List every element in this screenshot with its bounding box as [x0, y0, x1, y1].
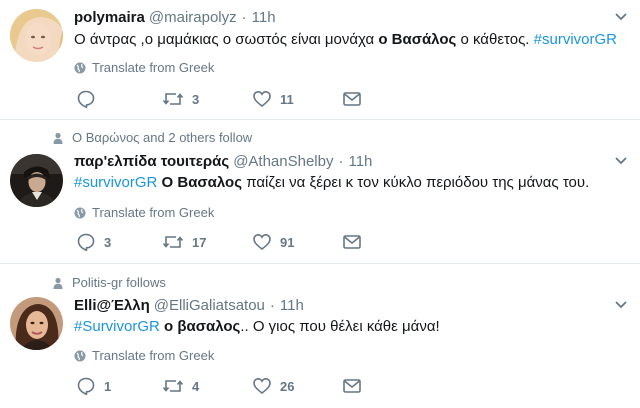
- like-button[interactable]: 11: [252, 89, 294, 109]
- avatar[interactable]: [10, 9, 63, 62]
- translate-label[interactable]: Translate from Greek: [92, 348, 214, 363]
- tweet-1[interactable]: polymaira @mairapolyz · 11h Ο άντρας ,ο …: [0, 0, 640, 120]
- separator: ·: [338, 153, 344, 170]
- reply-button[interactable]: 3: [76, 232, 111, 252]
- reply-button[interactable]: [76, 89, 104, 109]
- text-part: ο κάθετος.: [456, 31, 534, 48]
- direct-message-button[interactable]: [342, 89, 370, 109]
- text-part: παίζει να ξέρει κ τον κύκλο περιόδου της…: [242, 174, 590, 191]
- tweet-actions: 3 17 91: [76, 232, 376, 252]
- timestamp[interactable]: 11h: [348, 153, 372, 170]
- reply-icon: [77, 233, 95, 252]
- tweet-actions: 1 4 26: [76, 376, 376, 396]
- translate-label[interactable]: Translate from Greek: [92, 205, 214, 220]
- timestamp[interactable]: 11h: [252, 9, 276, 26]
- hashtag-link[interactable]: #survivorGR: [74, 174, 157, 191]
- retweet-button[interactable]: 17: [162, 232, 206, 252]
- social-context-text[interactable]: Politis-gr follows: [72, 275, 166, 290]
- display-name[interactable]: polymaira: [74, 9, 145, 26]
- social-context: Politis-gr follows: [52, 275, 166, 290]
- heart-icon: [253, 233, 271, 251]
- retweet-button[interactable]: 4: [162, 376, 199, 396]
- reply-icon: [77, 90, 95, 109]
- chevron-down-icon[interactable]: [614, 300, 628, 310]
- retweet-count: 17: [192, 234, 207, 250]
- user-handle[interactable]: @ElliGaliatsatou: [154, 297, 265, 314]
- text-bold: ο Βασάλος: [378, 31, 457, 48]
- translate-link[interactable]: Translate from Greek: [74, 348, 214, 363]
- tweet-text: #survivorGR Ο Βασαλος παίζει να ξέρει κ …: [74, 173, 634, 193]
- timestamp[interactable]: 11h: [280, 297, 304, 314]
- social-context-text[interactable]: Ο Βαρώνος and 2 others follow: [72, 130, 252, 145]
- globe-icon: [74, 350, 86, 361]
- retweet-icon: [162, 236, 184, 248]
- reply-button[interactable]: 1: [76, 376, 111, 396]
- tweet-header: polymaira @mairapolyz · 11h: [74, 9, 276, 26]
- retweet-button[interactable]: 3: [162, 89, 199, 109]
- like-count: 91: [280, 234, 295, 250]
- retweet-icon: [162, 93, 184, 105]
- separator: ·: [269, 297, 275, 314]
- avatar[interactable]: [10, 154, 63, 207]
- display-name[interactable]: παρ'ελπίδα τουιτεράς: [74, 153, 229, 170]
- heart-icon: [253, 90, 271, 108]
- tweet-header: Elli@Έλλη @ElliGaliatsatou · 11h: [74, 297, 304, 314]
- avatar[interactable]: [10, 297, 63, 350]
- like-button[interactable]: 26: [252, 376, 294, 396]
- tweet-actions: 3 11: [76, 89, 376, 109]
- text-bold: ο βασαλος: [164, 318, 241, 335]
- globe-icon: [74, 207, 86, 218]
- display-name[interactable]: Elli@Έλλη: [74, 297, 150, 314]
- chevron-down-icon[interactable]: [614, 12, 628, 22]
- direct-message-icon: [343, 235, 361, 249]
- social-context: Ο Βαρώνος and 2 others follow: [52, 130, 252, 145]
- retweet-icon: [162, 380, 184, 392]
- reply-count: 3: [104, 234, 112, 250]
- person-icon: [53, 132, 63, 144]
- hashtag-link[interactable]: #SurvivorGR: [74, 318, 160, 335]
- retweet-count: 4: [192, 378, 200, 394]
- retweet-count: 3: [192, 91, 200, 107]
- tweet-header: παρ'ελπίδα τουιτεράς @AthanShelby · 11h: [74, 153, 372, 170]
- reply-icon: [77, 377, 95, 396]
- reply-count: 1: [104, 378, 112, 394]
- hashtag-link[interactable]: #survivorGR: [534, 31, 617, 48]
- translate-link[interactable]: Translate from Greek: [74, 60, 214, 75]
- direct-message-icon: [343, 92, 361, 106]
- like-count: 11: [280, 91, 294, 107]
- translate-label[interactable]: Translate from Greek: [92, 60, 214, 75]
- chevron-down-icon[interactable]: [614, 156, 628, 166]
- tweet-text: Ο άντρας ,ο μαμάκιας ο σωστός είναι μονά…: [74, 30, 634, 50]
- globe-icon: [74, 62, 86, 73]
- translate-link[interactable]: Translate from Greek: [74, 205, 214, 220]
- heart-icon: [253, 377, 271, 395]
- direct-message-button[interactable]: [342, 232, 370, 252]
- tweet-text: #SurvivorGR ο βασαλος.. Ο γιος που θέλει…: [74, 317, 634, 337]
- person-icon: [53, 277, 63, 289]
- direct-message-button[interactable]: [342, 376, 370, 396]
- user-handle[interactable]: @mairapolyz: [149, 9, 237, 26]
- text-part: Ο άντρας ,ο μαμάκιας ο σωστός είναι μονά…: [74, 31, 379, 48]
- text-bold: Ο Βασαλος: [161, 174, 243, 191]
- user-handle[interactable]: @AthanShelby: [233, 153, 333, 170]
- like-button[interactable]: 91: [252, 232, 294, 252]
- direct-message-icon: [343, 379, 361, 393]
- tweet-3[interactable]: Politis-gr follows Elli@Έλλη @ElliGaliat…: [0, 264, 640, 408]
- like-count: 26: [280, 378, 295, 394]
- tweet-2[interactable]: Ο Βαρώνος and 2 others follow παρ'ελπίδα…: [0, 120, 640, 264]
- text-part: .. Ο γιος που θέλει κάθε μάνα!: [240, 318, 440, 335]
- separator: ·: [241, 9, 247, 26]
